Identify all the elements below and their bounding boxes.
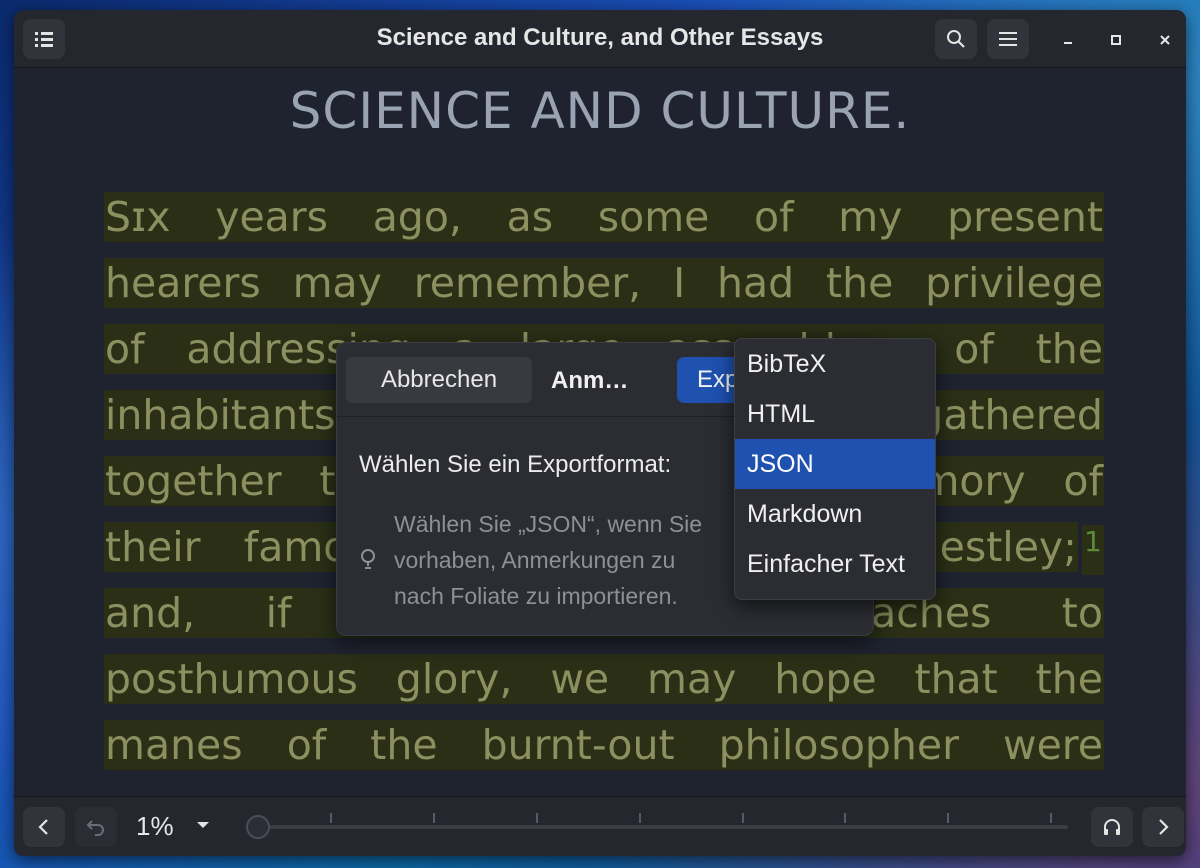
navigation-bar: 1% (14, 796, 1186, 856)
close-icon (1160, 35, 1170, 45)
word: years (215, 193, 329, 241)
export-format-menu: BibTeX HTML JSON Markdown Einfacher Text (734, 338, 936, 600)
word: their (105, 523, 201, 571)
word: were (1003, 721, 1103, 769)
word: to (1061, 589, 1103, 637)
slider-tick (844, 813, 846, 823)
progress-slider[interactable] (250, 813, 1068, 829)
word: I (673, 259, 686, 307)
word: and, (105, 589, 196, 637)
export-hint-text: Wählen Sie „JSON“, wenn Sie vorhaben, An… (394, 506, 754, 614)
word: may (292, 259, 382, 307)
word: the (1035, 655, 1103, 703)
slider-tick (536, 813, 538, 823)
menu-item-json[interactable]: JSON (735, 439, 935, 489)
word: that (914, 655, 998, 703)
text-line: posthumous glory, we may hope that the (104, 654, 1104, 704)
slider-tick (433, 813, 435, 823)
minimize-button[interactable] (1055, 27, 1081, 53)
slider-tick (330, 813, 332, 823)
menu-item-bibtex[interactable]: BibTeX (735, 339, 935, 389)
hamburger-menu-icon (999, 32, 1017, 46)
word: manes (105, 721, 243, 769)
word: posthumous (105, 655, 358, 703)
word: of (1063, 457, 1103, 505)
maximize-icon (1111, 35, 1121, 45)
word: inhabitants (105, 391, 336, 439)
maximize-button[interactable] (1103, 27, 1129, 53)
window-title: Science and Culture, and Other Essays (376, 24, 824, 51)
previous-page-button[interactable] (23, 807, 65, 847)
minimize-icon (1064, 42, 1072, 44)
slider-tick (639, 813, 641, 823)
word: my (838, 193, 903, 241)
word: together (105, 457, 282, 505)
word: had (717, 259, 795, 307)
word: privilege (925, 259, 1103, 307)
main-menu-button[interactable] (987, 19, 1029, 59)
word: hope (774, 655, 877, 703)
app-window: Science and Culture, and Other Essays SC… (14, 10, 1186, 856)
titlebar: Science and Culture, and Other Essays (14, 10, 1186, 68)
word: Sɪx (105, 193, 171, 241)
menu-item-plain-text[interactable]: Einfacher Text (735, 539, 935, 589)
text-line: hearers may remember, Ihad the privilege (104, 258, 1104, 308)
text-line: Sɪx years ago, as some of my present (104, 192, 1104, 242)
word: remember, (413, 259, 642, 307)
word: the (1035, 325, 1103, 373)
dialog-title: Anm… (551, 367, 629, 394)
menu-item-html[interactable]: HTML (735, 389, 935, 439)
list-icon (35, 32, 53, 47)
word: of (286, 721, 327, 769)
headphones-icon (1104, 819, 1120, 835)
slider-tick (742, 813, 744, 823)
word: if (265, 589, 292, 637)
word: glory, (395, 655, 513, 703)
back-button[interactable] (75, 807, 117, 847)
word: as (506, 193, 554, 241)
hint-line: nach Foliate zu importieren. (394, 583, 678, 609)
word: philosopher (718, 721, 959, 769)
sidebar-toggle-button[interactable] (23, 19, 65, 59)
word: gathered (917, 391, 1103, 439)
word: we (550, 655, 610, 703)
footnote-link[interactable]: 1 (1082, 525, 1104, 575)
word: present (947, 193, 1103, 241)
word: of (105, 325, 145, 373)
word: hearers (105, 259, 261, 307)
chapter-title: SCIENCE AND CULTURE. (289, 82, 911, 140)
chevron-down-icon[interactable] (196, 821, 210, 829)
word: may (647, 655, 737, 703)
progress-slider-handle[interactable] (246, 815, 271, 839)
next-page-button[interactable] (1142, 807, 1184, 847)
close-button[interactable] (1152, 27, 1178, 53)
word: ago, (372, 193, 462, 241)
undo-arrow-icon (86, 820, 104, 836)
search-icon (947, 30, 965, 48)
book-viewer[interactable]: SCIENCE AND CULTURE. Sɪx years ago, as some o… (14, 68, 1186, 796)
word: of (754, 193, 794, 241)
read-aloud-button[interactable] (1091, 807, 1133, 847)
cancel-button[interactable]: Abbrechen (346, 357, 532, 403)
search-button[interactable] (935, 19, 977, 59)
word: of (954, 325, 994, 373)
slider-tick (1050, 813, 1052, 823)
lightbulb-icon (361, 549, 375, 569)
export-format-label: Wählen Sie ein Exportformat: (359, 451, 672, 478)
word: burnt-out (481, 721, 675, 769)
progress-percent[interactable]: 1% (136, 811, 174, 842)
word: the (826, 259, 894, 307)
menu-item-markdown[interactable]: Markdown (735, 489, 935, 539)
text-line: manes of the burnt-out philosopher were (104, 720, 1104, 770)
word: some (597, 193, 710, 241)
hint-line: Wählen Sie „JSON“, wenn Sie (394, 511, 703, 537)
chevron-left-icon (38, 819, 48, 835)
word: the (370, 721, 438, 769)
slider-tick (947, 813, 949, 823)
chevron-right-icon (1159, 819, 1169, 835)
hint-line: vorhaben, Anmerkungen zu (394, 547, 676, 573)
